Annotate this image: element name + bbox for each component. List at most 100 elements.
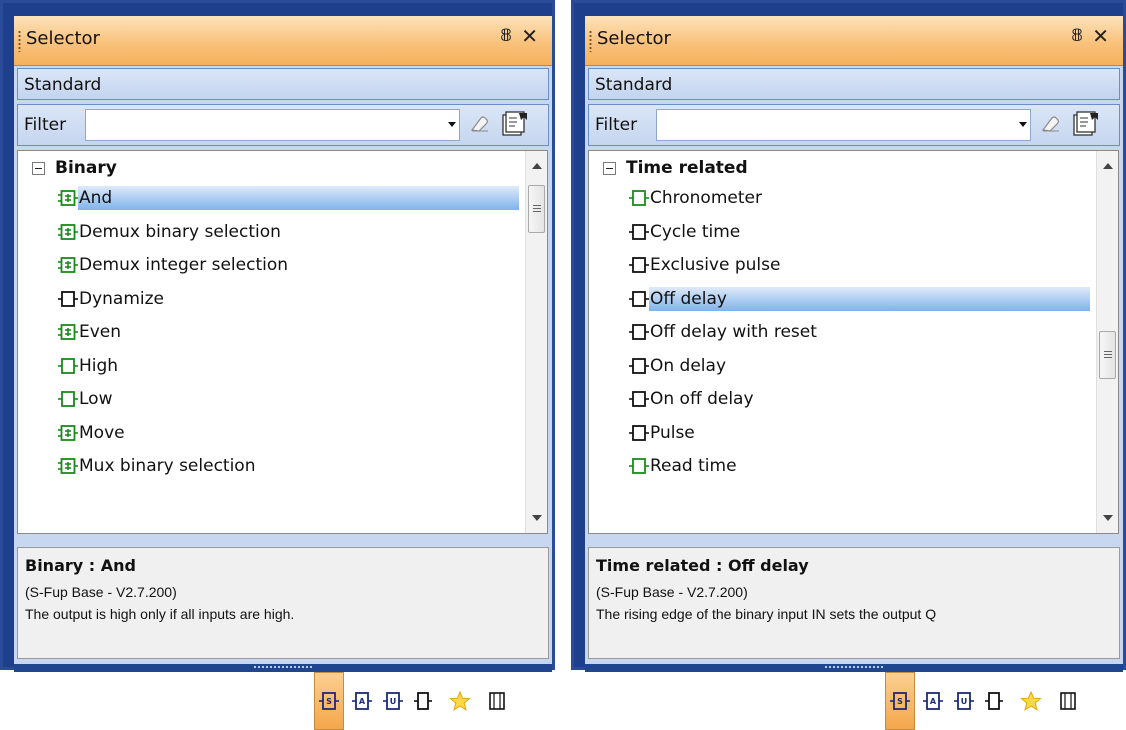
tree-item-label: Low (79, 389, 113, 409)
splitter[interactable] (14, 664, 552, 672)
library-tab[interactable]: Standard (588, 68, 1120, 100)
tree-item-label: On off delay (650, 389, 754, 409)
filter-bar: Filter (17, 104, 549, 146)
favorites-star-icon[interactable] (445, 672, 475, 730)
tree-item[interactable]: On off delay (629, 385, 1090, 413)
close-icon[interactable]: ✕ (521, 24, 538, 48)
selector-body: Standard Filter Time related Chronometer (585, 66, 1123, 730)
fb-black-icon (629, 255, 649, 275)
tree-item[interactable]: Cycle time (629, 218, 1090, 246)
selector-titlebar[interactable]: Selector 𝟠 ✕ (14, 16, 552, 66)
description-text: The rising edge of the binary input IN s… (596, 606, 937, 622)
tree-item-label: Off delay with reset (650, 322, 817, 342)
pin-icon[interactable]: 𝟠 (1071, 26, 1083, 46)
function-block-icon[interactable] (408, 672, 438, 730)
tree-item[interactable]: High (58, 352, 519, 380)
scroll-up-icon[interactable] (526, 155, 547, 177)
tree-item[interactable]: Demux integer selection (58, 251, 519, 279)
panel-view-icon[interactable] (1053, 672, 1083, 730)
splitter[interactable] (585, 664, 1123, 672)
fb-black-icon (629, 222, 649, 242)
chevron-down-icon[interactable] (446, 113, 458, 135)
tree-group[interactable]: Time related (603, 155, 748, 181)
group-label: Time related (626, 158, 748, 178)
tree-item[interactable]: Low (58, 385, 519, 413)
favorites-star-icon[interactable] (1016, 672, 1046, 730)
scroll-up-icon[interactable] (1097, 155, 1118, 177)
filter-bar: Filter (588, 104, 1120, 146)
fb-green-icon (629, 456, 649, 476)
svg-text:S: S (326, 697, 332, 706)
standard-library-icon[interactable]: S (885, 672, 915, 730)
tree-item[interactable]: Exclusive pulse (629, 251, 1090, 279)
description-version: (S-Fup Base - V2.7.200) (596, 584, 748, 600)
description-box: Time related : Off delay (S-Fup Base - V… (588, 547, 1120, 659)
scroll-down-icon[interactable] (1097, 507, 1118, 529)
eraser-icon[interactable] (1040, 113, 1062, 135)
tree-scrollbar[interactable] (1096, 151, 1118, 533)
filter-input[interactable] (85, 109, 460, 141)
scroll-thumb[interactable] (1099, 331, 1116, 379)
tree-item[interactable]: And (58, 184, 519, 212)
tree-item-label: Exclusive pulse (650, 255, 781, 275)
panel-view-icon[interactable] (482, 672, 512, 730)
advanced-library-icon[interactable]: A (918, 672, 948, 730)
scroll-thumb[interactable] (528, 185, 545, 233)
tree-item-label: Chronometer (650, 188, 762, 208)
advanced-library-icon[interactable]: A (347, 672, 377, 730)
selector-body: Standard Filter Binary And Demux binary s (14, 66, 552, 730)
tree-item[interactable]: Off delay with reset (629, 318, 1090, 346)
close-icon[interactable]: ✕ (1092, 24, 1109, 48)
selector-panel-left: Selector 𝟠 ✕ Standard Filter Binary And … (0, 0, 555, 730)
function-block-icon[interactable] (979, 672, 1009, 730)
block-tree[interactable]: Binary And Demux binary selection Demux in… (17, 150, 548, 534)
tree-item[interactable]: Move (58, 419, 519, 447)
scroll-down-icon[interactable] (526, 507, 547, 529)
tree-item-label: On delay (650, 355, 727, 376)
tree-item-label: Demux integer selection (79, 255, 289, 275)
user-library-icon[interactable]: U (949, 672, 979, 730)
fb-green-icon (58, 389, 78, 409)
tree-item-label: And (78, 186, 519, 210)
filter-label: Filter (24, 115, 67, 135)
fb-black-icon (629, 356, 649, 376)
tree-item[interactable]: On delay (629, 352, 1090, 380)
drag-grip-icon[interactable] (589, 30, 592, 52)
library-tab-label: Standard (24, 75, 102, 95)
properties-icon[interactable] (1071, 109, 1101, 139)
tree-group[interactable]: Binary (32, 155, 117, 181)
tree-item[interactable]: Even (58, 318, 519, 346)
tree-item[interactable]: Demux binary selection (58, 218, 519, 246)
block-tree[interactable]: Time related Chronometer Cycle time Exclus… (588, 150, 1119, 534)
multi-green-icon (58, 423, 78, 443)
selector-titlebar[interactable]: Selector 𝟠 ✕ (585, 16, 1123, 66)
eraser-icon[interactable] (469, 113, 491, 135)
tree-item[interactable]: Dynamize (58, 285, 519, 313)
drag-grip-icon[interactable] (18, 30, 21, 52)
tree-item[interactable]: Pulse (629, 419, 1090, 447)
splitter-grip-icon[interactable] (824, 665, 884, 669)
properties-icon[interactable] (500, 109, 530, 139)
library-tab[interactable]: Standard (17, 68, 549, 100)
panel-title: Selector (26, 28, 100, 49)
tree-item[interactable]: Off delay (629, 285, 1090, 313)
splitter-grip-icon[interactable] (253, 665, 313, 669)
collapse-icon[interactable] (32, 161, 45, 175)
tree-item-label: Move (79, 422, 125, 443)
tree-item[interactable]: Chronometer (629, 184, 1090, 212)
filter-input[interactable] (656, 109, 1031, 141)
tree-item-label: Read time (650, 456, 737, 476)
chevron-down-icon[interactable] (1017, 113, 1029, 135)
fb-black-icon (629, 322, 649, 342)
tree-scrollbar[interactable] (525, 151, 547, 533)
tree-item-label: Even (79, 322, 122, 342)
filter-label: Filter (595, 115, 638, 135)
fb-black-icon (629, 423, 649, 443)
standard-library-icon[interactable]: S (314, 672, 344, 730)
pin-icon[interactable]: 𝟠 (500, 26, 512, 46)
multi-green-icon (58, 222, 78, 242)
tree-item[interactable]: Read time (629, 452, 1090, 480)
tree-item[interactable]: Mux binary selection (58, 452, 519, 480)
user-library-icon[interactable]: U (378, 672, 408, 730)
collapse-icon[interactable] (603, 161, 616, 175)
